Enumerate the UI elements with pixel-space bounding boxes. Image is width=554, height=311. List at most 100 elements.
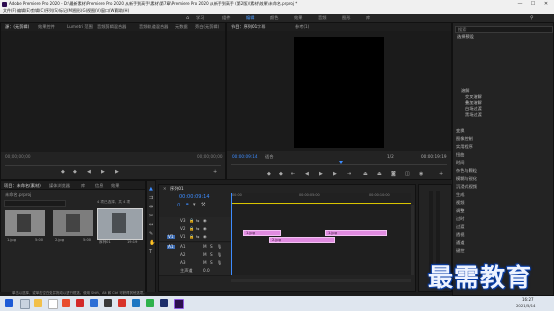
slip-tool-icon[interactable]: ↔ xyxy=(149,223,153,228)
close-button[interactable]: ✕ xyxy=(541,1,551,7)
app-icon[interactable] xyxy=(90,299,98,307)
track-label-v3[interactable]: V3 xyxy=(180,218,186,223)
pen-tool-icon[interactable]: ✎ xyxy=(149,232,153,237)
app-icon[interactable] xyxy=(132,299,140,307)
eye-icon[interactable]: ◉ xyxy=(203,226,207,231)
effects-tree-item[interactable]: 白场过渡 xyxy=(465,106,482,111)
maximize-button[interactable]: ☐ xyxy=(528,1,538,7)
app-icon[interactable] xyxy=(62,299,70,307)
app-icon[interactable] xyxy=(118,299,126,307)
tab-voiceover[interactable]: 旁白(无剪辑) xyxy=(195,24,219,29)
effects-section[interactable]: 沉浸式视频 xyxy=(456,184,477,189)
settings-wrench-icon[interactable]: ⚒ xyxy=(201,203,205,208)
effects-section[interactable]: 图像控制 xyxy=(456,136,473,141)
effects-section[interactable]: 杂色与颗粒 xyxy=(456,168,477,173)
mark-out-icon[interactable]: ◆ xyxy=(279,172,283,177)
source-scrubber[interactable] xyxy=(5,165,221,166)
menu-sequence[interactable]: 序列(S) xyxy=(45,9,59,13)
effects-tree-item[interactable]: 黑场过渡 xyxy=(465,112,482,117)
mark-in-icon[interactable]: ◆ xyxy=(267,172,271,177)
tab-captions[interactable]: 字幕 xyxy=(257,24,265,29)
search-taskbar-icon[interactable] xyxy=(20,299,30,309)
add-marker-icon[interactable]: ▾ xyxy=(193,203,196,208)
effects-tree-item[interactable]: 叠加溶解 xyxy=(465,100,482,105)
track-label-a1[interactable]: A1 xyxy=(180,244,186,249)
menu-window[interactable]: 窗口(W) xyxy=(101,9,116,13)
tab-lumetri-scopes[interactable]: Lumetri 范围 xyxy=(67,24,93,29)
workspace-effects[interactable]: 效果 xyxy=(294,15,302,20)
mute-icon[interactable]: M xyxy=(203,260,207,265)
step-back-icon[interactable]: ◀ xyxy=(305,172,309,177)
vr-view-icon[interactable]: ◉ xyxy=(419,172,423,177)
linked-selection-icon[interactable]: ⚭ xyxy=(185,203,189,208)
mic-icon[interactable]: 🎙 xyxy=(217,260,222,265)
lock-icon[interactable]: 🔒 xyxy=(189,234,194,239)
timeline-clip[interactable]: 2.jpg xyxy=(269,237,335,243)
tab-source[interactable]: 源：(无剪辑) xyxy=(5,24,29,29)
start-icon[interactable] xyxy=(5,299,13,307)
tab-project[interactable]: 项目：未命名(素材) xyxy=(4,183,41,188)
mark-in-icon[interactable]: ◆ xyxy=(61,170,65,175)
menu-edit[interactable]: 编辑(E) xyxy=(17,9,31,13)
effects-section[interactable]: 键控 xyxy=(456,248,464,253)
search-icon[interactable]: ⚲ xyxy=(530,15,534,21)
workspace-assembly[interactable]: 组件 xyxy=(222,15,230,20)
program-fit-select[interactable]: 适合 xyxy=(265,154,273,159)
solo-icon[interactable]: S xyxy=(210,252,213,257)
effects-tree-item[interactable]: 交叉溶解 xyxy=(465,94,482,99)
lock-icon[interactable]: 🔒 xyxy=(189,226,194,231)
razor-tool-icon[interactable]: ✂ xyxy=(149,214,153,219)
source-monitor[interactable] xyxy=(1,31,225,152)
effects-search-input[interactable]: 搜索 xyxy=(455,26,553,33)
selection-tool-icon[interactable]: ▲ xyxy=(149,187,153,192)
step-forward-icon[interactable]: ▶ xyxy=(115,170,119,175)
program-playhead-icon[interactable] xyxy=(339,161,343,164)
effects-section[interactable]: 透视 xyxy=(456,232,464,237)
effects-section[interactable]: 过渡 xyxy=(456,224,464,229)
tab-audio-track-mixer[interactable]: 音频轨道混合器 xyxy=(139,24,168,29)
project-thumb-1[interactable] xyxy=(5,210,45,236)
tab-info[interactable]: 信息 xyxy=(95,183,103,188)
track-select-tool-icon[interactable]: ⇉ xyxy=(149,196,153,201)
program-resolution-select[interactable]: 1/2 xyxy=(387,154,394,159)
program-scrubber[interactable] xyxy=(231,164,447,165)
tab-reference[interactable]: 参考(1) xyxy=(295,24,309,29)
ripple-edit-tool-icon[interactable]: ⇹ xyxy=(149,205,153,210)
menu-marker[interactable]: 标记(M) xyxy=(59,9,74,13)
track-label-v2[interactable]: V2 xyxy=(180,226,186,231)
effects-section[interactable]: 调整 xyxy=(456,208,464,213)
lock-icon[interactable]: 🔒 xyxy=(189,218,194,223)
solo-icon[interactable]: S xyxy=(210,260,213,265)
tab-effects[interactable]: 效果 xyxy=(111,183,119,188)
app-icon[interactable] xyxy=(146,299,154,307)
sync-lock-icon[interactable]: ⇆ xyxy=(196,218,200,223)
tab-metadata[interactable]: 元数据 xyxy=(175,24,188,29)
menu-file[interactable]: 文件(F) xyxy=(3,9,16,13)
sync-lock-icon[interactable]: ⇆ xyxy=(196,234,200,239)
menu-clip[interactable]: 剪辑(C) xyxy=(31,9,45,13)
project-search-input[interactable] xyxy=(4,200,66,207)
mute-icon[interactable]: M xyxy=(203,244,207,249)
extract-icon[interactable]: ⏏ xyxy=(377,172,382,177)
snap-icon[interactable]: ∩ xyxy=(177,203,181,208)
effects-section[interactable]: 过时 xyxy=(456,216,464,221)
project-thumb-2[interactable] xyxy=(53,210,93,236)
tab-audio-clip-mixer[interactable]: 音频剪辑混合器 xyxy=(97,24,126,29)
mark-out-icon[interactable]: ◆ xyxy=(73,170,77,175)
mic-icon[interactable]: 🎙 xyxy=(217,252,222,257)
effects-section[interactable]: 模糊与锐化 xyxy=(456,176,477,181)
mute-icon[interactable]: M xyxy=(203,252,207,257)
go-to-in-icon[interactable]: ⇤ xyxy=(291,172,295,177)
hand-tool-icon[interactable]: ✋ xyxy=(149,241,155,246)
source-patch-v1[interactable]: V1 xyxy=(167,234,175,240)
compare-view-icon[interactable]: ◫ xyxy=(405,172,410,177)
home-icon[interactable]: ⌂ xyxy=(186,15,189,21)
app-icon[interactable] xyxy=(104,299,112,307)
work-area-bar[interactable] xyxy=(231,203,411,204)
program-timecode-current[interactable]: 00:00:09:14 xyxy=(232,154,258,159)
effects-section[interactable]: 生成 xyxy=(456,192,464,197)
workspace-audio[interactable]: 音频 xyxy=(318,15,326,20)
sync-lock-icon[interactable]: ⇆ xyxy=(196,226,200,231)
file-explorer-icon[interactable] xyxy=(34,299,42,307)
app-icon[interactable] xyxy=(160,299,168,307)
